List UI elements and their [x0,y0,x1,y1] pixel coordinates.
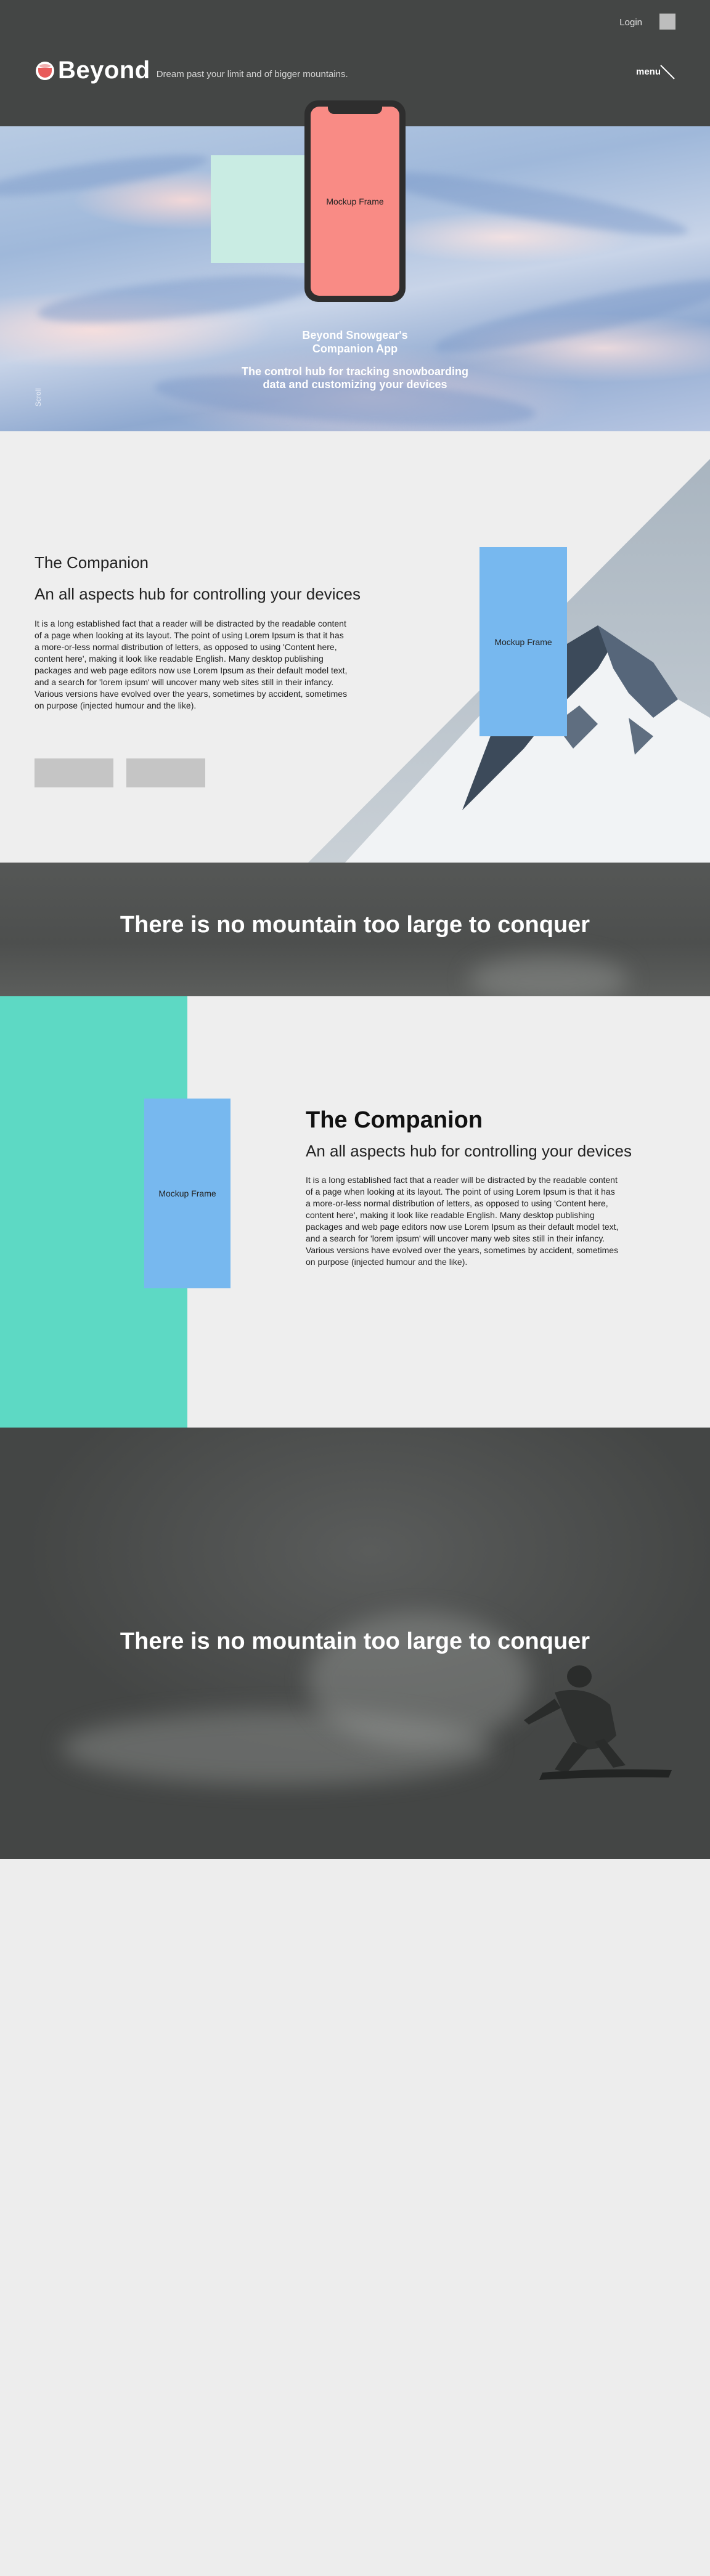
user-avatar[interactable] [659,14,675,30]
snow-dune [36,266,322,332]
secondary-button[interactable] [126,758,205,787]
banner-headline: There is no mountain too large to conque… [120,912,590,938]
companion-section-2: Mockup Frame The Companion An all aspect… [0,996,710,1428]
section-title: The Companion [35,553,149,572]
snow-dune [369,160,691,246]
section-subtitle: An all aspects hub for controlling your … [306,1142,632,1160]
section-subtitle: An all aspects hub for controlling your … [35,585,361,603]
brand[interactable]: Beyond Dream past your limit and of bigg… [36,57,348,84]
banner-headline: There is no mountain too large to conque… [120,1628,590,1654]
hero-title: Beyond Snowgear's Companion App [232,328,478,356]
scroll-indicator[interactable]: Scroll [34,388,43,407]
companion-section-1: The Companion An all aspects hub for con… [0,431,710,863]
mint-placeholder [211,155,304,263]
brand-tagline: Dream past your limit and of bigger moun… [156,69,348,79]
snow-dune [0,147,210,205]
section-body: It is a long established fact that a rea… [35,619,348,710]
snow-spray [468,955,629,996]
phone-screen: Mockup Frame [311,107,399,296]
menu-button[interactable]: menu [636,67,661,77]
phone-mockup: Mockup Frame [304,100,406,302]
diagonal-line-icon[interactable] [659,64,675,80]
mockup-frame: Mockup Frame [144,1099,231,1288]
hero-title-line1: Beyond Snowgear's [302,329,408,341]
snowboarder-image [524,1665,672,1780]
section-body: It is a long established fact that a rea… [306,1175,619,1267]
beyond-logo-icon [36,61,54,80]
phone-notch [328,105,382,114]
brand-name: Beyond [58,57,150,84]
hero-title-line2: Companion App [312,343,398,355]
banner-section-2: There is no mountain too large to conque… [0,1428,710,1859]
section-title: The Companion [306,1107,483,1133]
mockup-frame: Mockup Frame [479,547,567,736]
primary-button[interactable] [35,758,113,787]
login-link[interactable]: Login [619,17,642,28]
hero-subtitle: The control hub for tracking snowboardin… [242,365,468,391]
banner-section-1: There is no mountain too large to conque… [0,863,710,996]
